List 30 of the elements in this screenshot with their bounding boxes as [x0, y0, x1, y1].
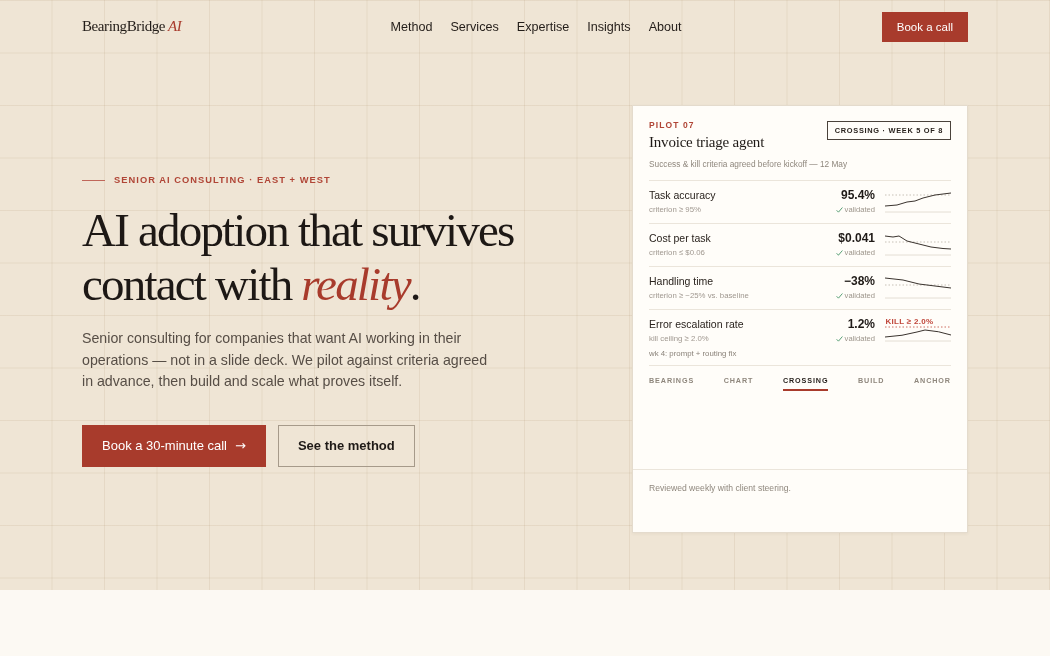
book-call-button[interactable]: Book a call [881, 11, 968, 42]
check-icon [835, 207, 843, 213]
brand-logo[interactable]: BearingBridge AI [82, 18, 182, 35]
check-icon [835, 293, 843, 299]
metric-name: Handling time [649, 275, 715, 288]
hero-headline: AI adoption that survives contact with reality. [82, 203, 515, 311]
card-footer-note: Reviewed weekly with client steering. [649, 483, 792, 493]
eyebrow-text: SENIOR AI CONSULTING · EAST + WEST [114, 175, 331, 185]
nav-link[interactable]: Insights [587, 19, 631, 34]
arrow-icon: → [235, 437, 246, 454]
nav-link[interactable]: Method [390, 19, 433, 34]
check-icon [835, 250, 843, 256]
pilot-tag: PILOT 07 [649, 120, 765, 130]
nav-link[interactable]: Expertise [516, 19, 570, 34]
threshold-label: KILL ≥ 2.0% [885, 317, 934, 326]
pilot-title: Invoice triage agent [649, 134, 765, 151]
nav-link[interactable]: About [648, 19, 682, 34]
see-method-button[interactable]: See the method [277, 424, 415, 467]
metric-name: Task accuracy [649, 189, 717, 202]
metric-value: 1.2% [847, 318, 875, 331]
hero-description: Senior consulting for companies that want AI working in their operations — not in a slide deck. We pilot against criteria agreed in advance, then build and scale what proves itself. [82, 329, 489, 392]
nav-link[interactable]: Services [450, 19, 499, 34]
metric-value: −38% [843, 275, 875, 288]
check-icon [835, 336, 843, 342]
metric-value: 95.4% [840, 189, 875, 202]
book-consultation-button[interactable]: Book a 30-minute call → [82, 424, 266, 467]
metric-name: Error escalation rate [649, 318, 745, 331]
pilot-subtitle: Success & kill criteria agreed before kickoff — 12 May [649, 159, 849, 169]
metric-name: Cost per task [649, 232, 712, 245]
metric-value: $0.041 [838, 232, 875, 245]
